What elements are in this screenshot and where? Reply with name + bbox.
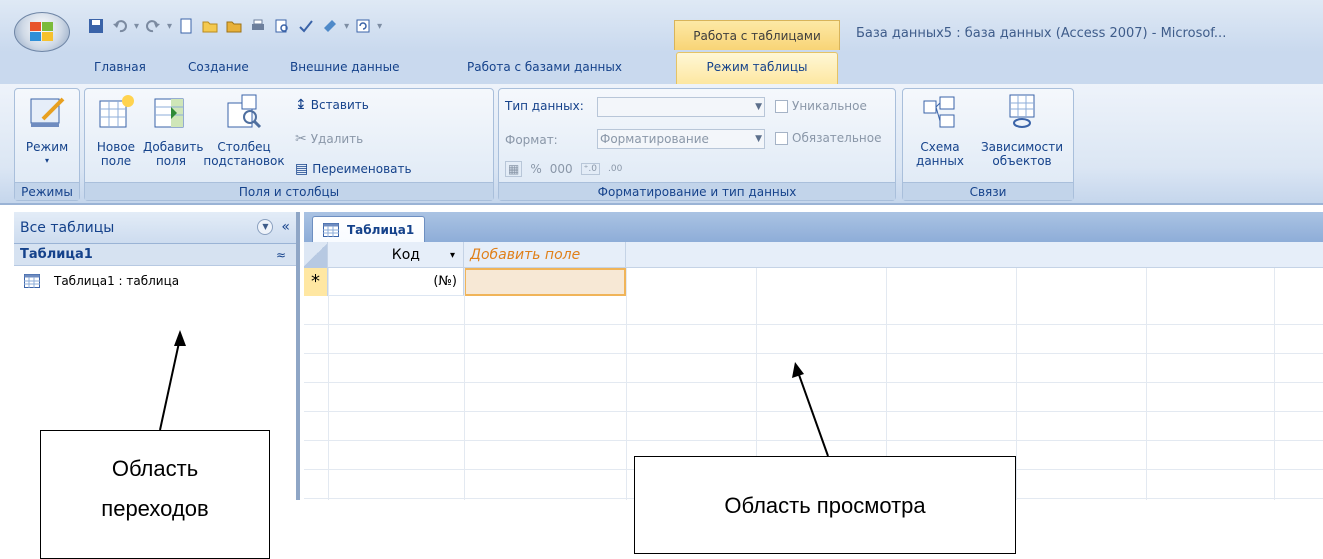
callout-navigation-pane: Область переходов bbox=[40, 430, 270, 559]
access-window: ▾ ▾ ▾ ▾ Работа с таблицами База данных5 … bbox=[0, 0, 1323, 559]
nav-pane-arrow bbox=[159, 337, 181, 431]
view-area-arrowhead bbox=[792, 362, 804, 378]
callout-view-area: Область просмотра bbox=[634, 456, 1016, 554]
callout-nav-line1: Область bbox=[111, 456, 199, 481]
nav-pane-arrowhead bbox=[174, 330, 186, 346]
callout-nav-line2: переходов bbox=[101, 496, 209, 521]
view-area-arrow bbox=[797, 371, 829, 457]
